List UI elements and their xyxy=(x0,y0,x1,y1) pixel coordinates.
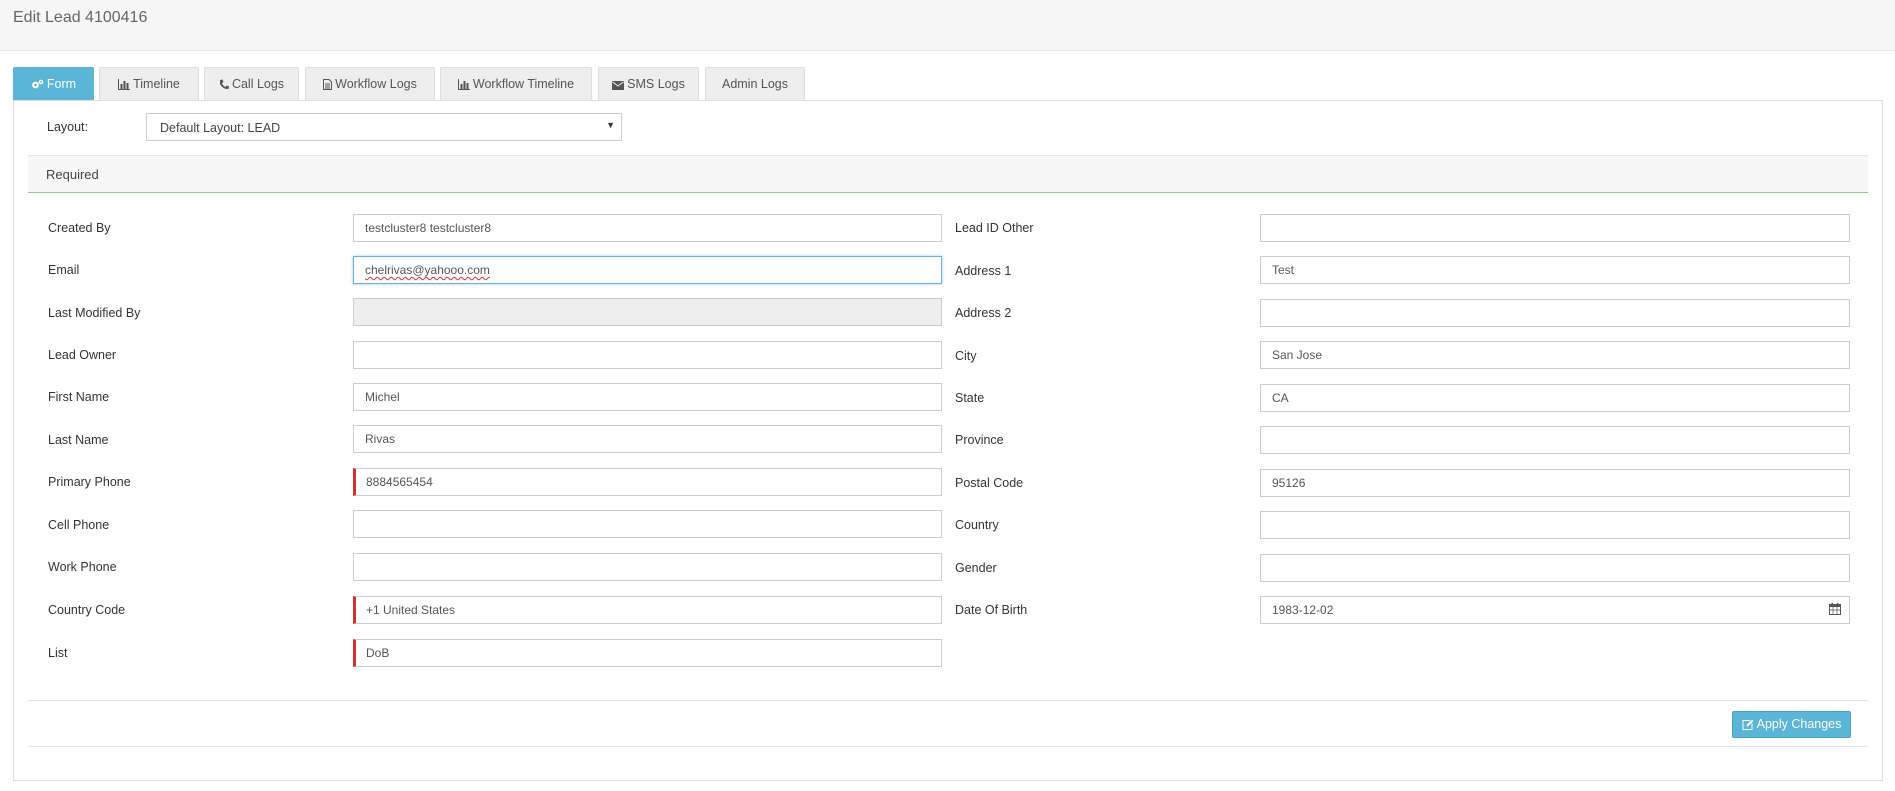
label-primary-phone: Primary Phone xyxy=(48,475,131,489)
postal-code-field[interactable]: 95126 xyxy=(1260,469,1850,497)
footer-divider-bottom xyxy=(28,746,1868,747)
tab-admin-logs[interactable]: Admin Logs xyxy=(705,67,805,100)
layout-select-value: Default Layout: LEAD xyxy=(160,121,281,135)
top-bar: Edit Lead 4100416 xyxy=(0,0,1895,51)
lead-id-other-field[interactable] xyxy=(1260,214,1850,242)
label-date-of-birth: Date Of Birth xyxy=(955,603,1028,617)
email-value: chelrivas@yahooo.com xyxy=(365,263,490,277)
last-name-field[interactable]: Rivas xyxy=(353,425,942,453)
tab-workflow-logs[interactable]: Workflow Logs xyxy=(305,67,435,100)
state-field[interactable]: CA xyxy=(1260,384,1850,412)
label-address-2: Address 2 xyxy=(955,306,1012,320)
gender-field[interactable] xyxy=(1260,554,1850,582)
label-last-modified-by: Last Modified By xyxy=(48,306,141,320)
email-field[interactable]: chelrivas@yahooo.com xyxy=(353,256,942,284)
cogs-icon xyxy=(32,79,44,89)
label-first-name: First Name xyxy=(48,390,110,404)
label-province: Province xyxy=(955,433,1004,447)
city-field[interactable]: San Jose xyxy=(1260,341,1850,369)
address-1-field[interactable]: Test xyxy=(1260,256,1850,284)
date-of-birth-field[interactable]: 1983-12-02 xyxy=(1260,596,1850,624)
created-by-field[interactable]: testcluster8 testcluster8 xyxy=(353,214,942,242)
label-work-phone: Work Phone xyxy=(48,560,117,574)
last-modified-by-field xyxy=(353,298,942,326)
label-email: Email xyxy=(48,263,80,277)
bar-chart-icon xyxy=(118,79,131,90)
country-code-field[interactable]: +1 United States xyxy=(353,596,942,624)
first-name-field[interactable]: Michel xyxy=(353,383,942,411)
tab-timeline[interactable]: Timeline xyxy=(99,67,199,100)
list-field[interactable]: DoB xyxy=(353,639,942,667)
chevron-down-icon: ▼ xyxy=(606,120,615,130)
layout-label: Layout: xyxy=(47,120,89,134)
label-cell-phone: Cell Phone xyxy=(48,518,110,532)
label-state: State xyxy=(955,391,985,405)
phone-icon xyxy=(219,79,229,90)
page-title: Edit Lead 4100416 xyxy=(13,9,148,26)
label-lead-id-other: Lead ID Other xyxy=(955,221,1034,235)
file-icon xyxy=(323,79,333,90)
tab-form-label: Form xyxy=(46,77,77,91)
tab-workflow-timeline[interactable]: Workflow Timeline xyxy=(440,67,592,100)
apply-changes-button[interactable]: Apply Changes xyxy=(1732,711,1851,738)
tab-call-logs[interactable]: Call Logs xyxy=(204,67,299,100)
label-lead-owner: Lead Owner xyxy=(48,348,117,362)
label-country: Country xyxy=(955,518,999,532)
label-city: City xyxy=(955,349,977,363)
edit-icon xyxy=(1742,719,1754,730)
layout-select[interactable]: Default Layout: LEAD ▼ xyxy=(146,113,622,141)
tab-sms-logs-label: SMS Logs xyxy=(627,77,685,91)
cell-phone-field[interactable] xyxy=(353,510,942,538)
date-of-birth-value: 1983-12-02 xyxy=(1272,603,1334,617)
label-created-by: Created By xyxy=(48,221,111,235)
primary-phone-field[interactable]: 8884565454 xyxy=(353,468,942,496)
calendar-icon[interactable] xyxy=(1829,603,1841,615)
province-field[interactable] xyxy=(1260,426,1850,454)
work-phone-field[interactable] xyxy=(353,553,942,581)
bar-chart-icon xyxy=(457,79,470,90)
label-postal-code: Postal Code xyxy=(955,476,1024,490)
tab-form[interactable]: Form xyxy=(13,67,94,101)
section-title: Required xyxy=(46,167,99,182)
tab-sms-logs[interactable]: SMS Logs xyxy=(598,67,699,100)
tab-timeline-label: Timeline xyxy=(133,77,180,91)
footer-divider-top xyxy=(28,700,1868,701)
label-country-code: Country Code xyxy=(48,603,126,617)
label-last-name: Last Name xyxy=(48,433,109,447)
country-field[interactable] xyxy=(1260,511,1850,539)
label-gender: Gender xyxy=(955,561,997,575)
label-address-1: Address 1 xyxy=(955,264,1012,278)
tab-workflow-timeline-label: Workflow Timeline xyxy=(472,77,575,91)
tab-admin-logs-label: Admin Logs xyxy=(721,77,788,91)
label-list: List xyxy=(48,646,68,660)
tab-call-logs-label: Call Logs xyxy=(231,77,285,91)
tab-workflow-logs-label: Workflow Logs xyxy=(335,77,417,91)
lead-owner-field[interactable] xyxy=(353,341,942,369)
address-2-field[interactable] xyxy=(1260,299,1850,327)
section-header-required[interactable]: Required xyxy=(28,155,1868,193)
apply-changes-label: Apply Changes xyxy=(1756,717,1842,731)
envelope-icon xyxy=(612,81,625,90)
